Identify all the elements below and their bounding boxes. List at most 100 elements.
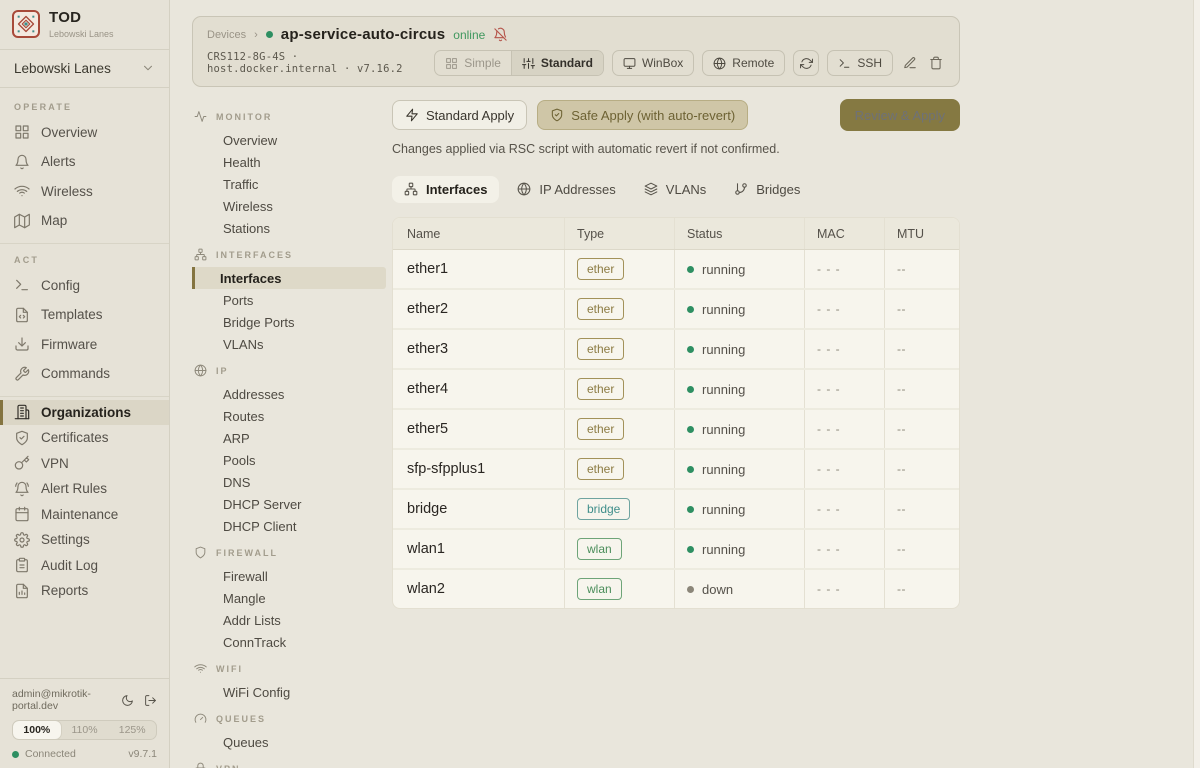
devnav-item-ports[interactable]: Ports [192,289,392,311]
sidebar-section-label-act: ACT [0,247,169,271]
tab-vlans[interactable]: VLANs [634,176,716,203]
devnav-item-routes[interactable]: Routes [192,405,392,427]
sidebar-item-config[interactable]: Config [0,271,169,301]
table-row[interactable]: wlan1 wlan running - - - -- [393,528,959,568]
device-toolbar: Simple Standard WinBox Remote [434,50,945,76]
breadcrumb-devices[interactable]: Devices [207,29,246,41]
sidebar-item-alerts[interactable]: Alerts [0,147,169,177]
devnav-item-addresses[interactable]: Addresses [192,383,392,405]
sidebar-item-audit-log[interactable]: Audit Log [0,553,169,579]
bell-off-icon[interactable] [493,27,508,42]
devnav-item-queues[interactable]: Queues [192,731,392,753]
mac-value: - - - [805,570,885,608]
table-row[interactable]: sfp-sfpplus1 ether running - - - -- [393,448,959,488]
sidebar-item-alert-rules[interactable]: Alert Rules [0,476,169,502]
logout-button[interactable] [144,694,157,707]
sidebar-item-templates[interactable]: Templates [0,300,169,330]
breadcrumb-separator: › [254,29,258,41]
sidebar-item-commands[interactable]: Commands [0,359,169,389]
online-status-badge: online [453,28,485,42]
safe-apply-button[interactable]: Safe Apply (with auto-revert) [537,100,748,130]
devnav-item-stations[interactable]: Stations [192,217,392,239]
devnav-item-arp[interactable]: ARP [192,427,392,449]
table-row[interactable]: wlan2 wlan down - - - -- [393,568,959,608]
sidebar-item-label: Templates [41,307,103,322]
devnav-item-wireless[interactable]: Wireless [192,195,392,217]
remote-button[interactable]: Remote [702,50,785,76]
shield-icon [194,546,208,560]
devnav-item-pools[interactable]: Pools [192,449,392,471]
table-row[interactable]: bridge bridge running - - - -- [393,488,959,528]
sidebar-item-overview[interactable]: Overview [0,118,169,148]
sidebar-item-organizations[interactable]: Organizations [0,400,169,426]
trash-icon [929,56,943,70]
sidebar-item-vpn[interactable]: VPN [0,451,169,477]
devnav-item-conntrack[interactable]: ConnTrack [192,631,392,653]
table-row[interactable]: ether4 ether running - - - -- [393,368,959,408]
device-name: ap-service-auto-circus [281,26,445,43]
view-mode-standard-button[interactable]: Standard [511,51,603,75]
brand-logo-icon [12,10,40,38]
workspace-selector[interactable]: Lebowski Lanes [0,50,169,88]
sidebar-item-label: Config [41,278,80,293]
devnav-item-mangle[interactable]: Mangle [192,587,392,609]
tab-label: IP Addresses [539,182,615,197]
sidebar-item-wireless[interactable]: Wireless [0,177,169,207]
sidebar-item-settings[interactable]: Settings [0,527,169,553]
devnav-item-traffic[interactable]: Traffic [192,173,392,195]
table-row[interactable]: ether3 ether running - - - -- [393,328,959,368]
interface-name: wlan1 [393,530,565,568]
sidebar-item-maintenance[interactable]: Maintenance [0,502,169,528]
winbox-button[interactable]: WinBox [612,50,694,76]
standard-apply-button[interactable]: Standard Apply [392,100,527,130]
mtu-value: -- [885,570,959,608]
wifi-icon [194,662,208,676]
review-apply-button[interactable]: Review & Apply [840,99,960,131]
devnav-item-overview[interactable]: Overview [192,129,392,151]
column-header-status: Status [675,218,805,249]
tab-label: Bridges [756,182,800,197]
sidebar-item-map[interactable]: Map [0,206,169,236]
table-row[interactable]: ether5 ether running - - - -- [393,408,959,448]
sidebar-item-certificates[interactable]: Certificates [0,425,169,451]
zoom-option-100[interactable]: 100% [13,721,61,739]
devnav-item-firewall[interactable]: Firewall [192,565,392,587]
status-dot [687,466,694,473]
scrollbar[interactable] [1193,0,1200,768]
refresh-button[interactable] [793,50,819,76]
status-text: running [702,262,745,277]
devnav-item-health[interactable]: Health [192,151,392,173]
sidebar-item-reports[interactable]: Reports [0,578,169,604]
tab-interfaces[interactable]: Interfaces [392,176,499,203]
zoom-option-110[interactable]: 110% [61,721,109,739]
devnav-item-bridge-ports[interactable]: Bridge Ports [192,311,392,333]
interface-name: wlan2 [393,570,565,608]
edit-device-button[interactable] [901,56,919,70]
table-row[interactable]: ether1 ether running - - - -- [393,250,959,288]
interfaces-table: Name Type Status MAC MTU ether1 ether ru… [392,217,960,609]
sidebar-item-firmware[interactable]: Firmware [0,330,169,360]
zoom-option-125[interactable]: 125% [108,721,156,739]
file-chart-icon [14,582,31,599]
pencil-icon [903,56,917,70]
devnav-item-wifi-config[interactable]: WiFi Config [192,681,392,703]
devnav-item-interfaces[interactable]: Interfaces [192,267,386,289]
devnav-item-dhcp-server[interactable]: DHCP Server [192,493,392,515]
devnav-item-dhcp-client[interactable]: DHCP Client [192,515,392,537]
view-mode-simple-button[interactable]: Simple [435,51,511,75]
table-row[interactable]: ether2 ether running - - - -- [393,288,959,328]
mtu-value: -- [885,290,959,328]
delete-device-button[interactable] [927,56,945,70]
devnav-item-addr-lists[interactable]: Addr Lists [192,609,392,631]
devnav-item-dns[interactable]: DNS [192,471,392,493]
status-dot [687,546,694,553]
sidebar-divider [0,243,169,244]
clipboard-icon [14,557,31,574]
org-subtitle: Lebowski Lanes [49,29,114,39]
sidebar-item-label: Reports [41,583,88,598]
ssh-button[interactable]: SSH [827,50,893,76]
theme-toggle-button[interactable] [121,694,134,707]
tab-bridges[interactable]: Bridges [724,176,810,203]
devnav-item-vlans[interactable]: VLANs [192,333,392,355]
tab-ip-addresses[interactable]: IP Addresses [507,176,625,203]
